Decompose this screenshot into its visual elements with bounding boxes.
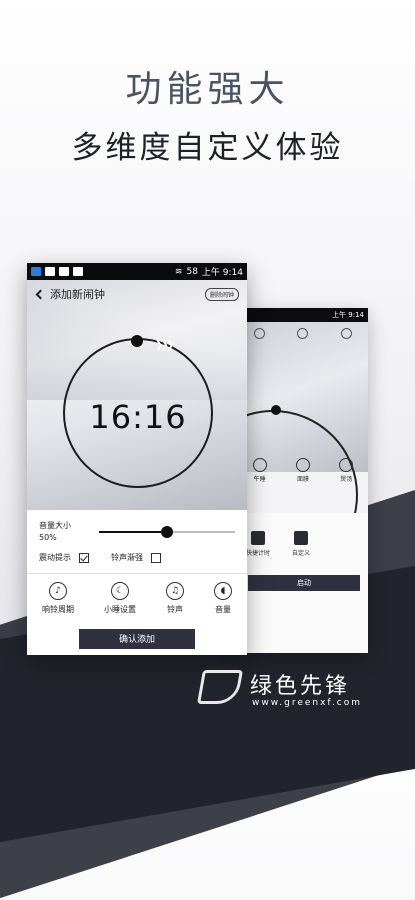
snooze-settings-label: 小睡设置 (104, 605, 136, 614)
volume-slider-thumb[interactable] (161, 526, 173, 538)
back-phone-screen: 上午 9:14 午睡 面膜 煲汤 快捷计时 自定义 启动 (238, 308, 368, 653)
quick-timer-button[interactable]: 快捷计时 (246, 531, 270, 557)
custom-button[interactable]: 自定义 (292, 531, 310, 557)
status-system-icons: ≋ 58 上午 9:14 (174, 265, 243, 279)
watermark-url: www.greenxf.com (252, 698, 363, 708)
alarm-time: 16:16 (89, 398, 187, 436)
back-tab-3[interactable] (340, 328, 352, 341)
battery-icon: 58 (186, 266, 198, 277)
speaker-icon: ◖ (214, 582, 232, 600)
back-mode-list: 午睡 面膜 煲汤 (238, 458, 368, 483)
status-notification-icons (31, 267, 83, 276)
back-action-row: 快捷计时 自定义 (246, 531, 310, 557)
repeat-cycle-label: 响铃周期 (42, 605, 74, 614)
volume-slider-fill (99, 531, 167, 533)
page-title: 添加新闹钟 (50, 288, 105, 301)
vibrate-checkbox[interactable] (79, 552, 89, 563)
settings-tool-row: ♪ 响铃周期 ☾ 小睡设置 ♫ 铃声 ◖ 音量 (27, 574, 247, 615)
trash-icon (294, 531, 309, 545)
alarm-notification-icon (73, 267, 83, 276)
nap-icon (252, 458, 267, 472)
front-phone-screen: ≋ 58 上午 9:14 添加新闹钟 删除闹钟 ❯❯❯ 16:16 音量大小 5… (27, 263, 247, 655)
clock-icon (254, 328, 266, 339)
snooze-settings-button[interactable]: ☾ 小睡设置 (104, 582, 136, 615)
repeat-cycle-button[interactable]: ♪ 响铃周期 (42, 582, 74, 615)
status-bar: ≋ 58 上午 9:14 (27, 263, 247, 280)
alarm-hero: 添加新闹钟 删除闹钟 ❯❯❯ 16:16 (27, 280, 247, 510)
volume-slider[interactable] (99, 526, 235, 538)
stopwatch-icon (297, 328, 309, 339)
chevron-arrows-icon: ❯❯❯ (155, 340, 174, 351)
wifi-icon: ≋ (174, 266, 183, 277)
back-tab-1[interactable] (254, 328, 266, 341)
bell-icon: ♪ (49, 582, 67, 600)
fade-in-label: 铃声渐强 (111, 553, 143, 562)
vibrate-option[interactable]: 震动提示 (39, 552, 89, 563)
back-lower-panel: 快捷计时 自定义 启动 (238, 513, 368, 653)
back-button[interactable]: 添加新闹钟 (35, 286, 105, 302)
mask-icon (295, 458, 310, 472)
ringtone-button[interactable]: ♫ 铃声 (166, 582, 184, 615)
music-note-icon: ♫ (166, 582, 184, 600)
volume-label: 音量大小 (39, 521, 71, 530)
soup-icon (339, 458, 354, 472)
headline-subtitle: 多维度自定义体验 (71, 130, 344, 166)
mode-nap[interactable]: 午睡 (252, 458, 267, 483)
ringtone-label: 铃声 (167, 605, 183, 614)
back-hero: 午睡 面膜 煲汤 (238, 322, 368, 580)
watermark-name: 绿色先锋 (250, 674, 351, 699)
mode-soup[interactable]: 煲汤 (339, 458, 354, 483)
back-tab-2[interactable] (297, 328, 309, 341)
app-notification-icon (31, 267, 41, 276)
back-dial-knob[interactable] (271, 405, 281, 415)
title-bar: 添加新闹钟 删除闹钟 (27, 280, 247, 302)
vibrate-label: 震动提示 (39, 553, 71, 562)
headline-title: 功能强大 (125, 69, 290, 110)
timer-icon (340, 328, 352, 339)
moon-icon: ☾ (111, 582, 129, 600)
sliders-icon (251, 531, 265, 545)
volume-section: 音量大小 50% 震动提示 铃声渐强 (27, 510, 247, 563)
option-checks: 震动提示 铃声渐强 (39, 552, 235, 563)
mode-mask[interactable]: 面膜 (295, 458, 310, 483)
status-time: 上午 9:14 (201, 268, 243, 278)
back-status-bar: 上午 9:14 (238, 308, 368, 322)
image-notification-icon (45, 267, 55, 276)
chevron-left-icon (35, 289, 46, 299)
delete-alarm-button[interactable]: 删除闹钟 (204, 287, 239, 301)
download-notification-icon (59, 267, 69, 276)
volume-button-label: 音量 (215, 605, 231, 614)
back-tab-bar (238, 322, 368, 341)
fade-in-option[interactable]: 铃声渐强 (111, 552, 161, 563)
volume-value: 50% (39, 533, 57, 542)
time-dial-knob[interactable] (131, 335, 143, 347)
fade-in-checkbox[interactable] (151, 552, 161, 563)
confirm-add-button[interactable]: 确认添加 (79, 629, 195, 649)
volume-button[interactable]: ◖ 音量 (214, 582, 232, 615)
start-button[interactable]: 启动 (248, 575, 360, 591)
